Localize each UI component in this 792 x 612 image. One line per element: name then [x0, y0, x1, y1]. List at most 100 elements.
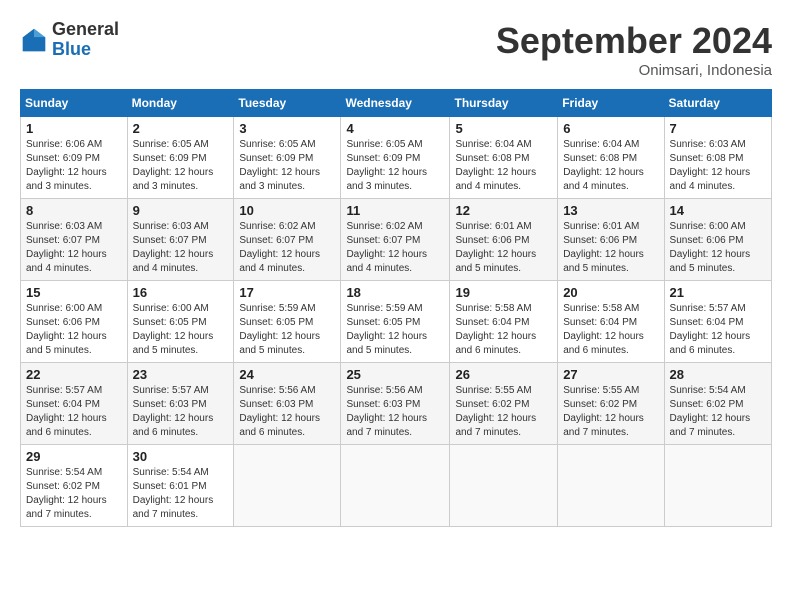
day-header-sunday: Sunday: [21, 90, 128, 117]
calendar-cell: [664, 445, 771, 527]
day-info: Sunrise: 6:05 AMSunset: 6:09 PMDaylight:…: [346, 139, 427, 192]
day-number: 3: [239, 121, 335, 136]
calendar-cell: 30 Sunrise: 5:54 AMSunset: 6:01 PMDaylig…: [127, 445, 234, 527]
day-info: Sunrise: 6:05 AMSunset: 6:09 PMDaylight:…: [239, 139, 320, 192]
day-number: 14: [670, 203, 766, 218]
calendar-cell: 24 Sunrise: 5:56 AMSunset: 6:03 PMDaylig…: [234, 363, 341, 445]
calendar-cell: [450, 445, 558, 527]
calendar-week-row: 22 Sunrise: 5:57 AMSunset: 6:04 PMDaylig…: [21, 363, 772, 445]
day-number: 23: [133, 367, 229, 382]
calendar-cell: 15 Sunrise: 6:00 AMSunset: 6:06 PMDaylig…: [21, 281, 128, 363]
calendar-cell: 2 Sunrise: 6:05 AMSunset: 6:09 PMDayligh…: [127, 117, 234, 199]
day-number: 8: [26, 203, 122, 218]
day-number: 22: [26, 367, 122, 382]
day-info: Sunrise: 6:00 AMSunset: 6:05 PMDaylight:…: [133, 303, 214, 356]
day-info: Sunrise: 5:57 AMSunset: 6:04 PMDaylight:…: [26, 385, 107, 438]
calendar-cell: 28 Sunrise: 5:54 AMSunset: 6:02 PMDaylig…: [664, 363, 771, 445]
calendar-cell: 10 Sunrise: 6:02 AMSunset: 6:07 PMDaylig…: [234, 199, 341, 281]
calendar-week-row: 15 Sunrise: 6:00 AMSunset: 6:06 PMDaylig…: [21, 281, 772, 363]
calendar-cell: 8 Sunrise: 6:03 AMSunset: 6:07 PMDayligh…: [21, 199, 128, 281]
calendar-cell: [341, 445, 450, 527]
calendar-cell: 5 Sunrise: 6:04 AMSunset: 6:08 PMDayligh…: [450, 117, 558, 199]
day-number: 16: [133, 285, 229, 300]
calendar-cell: 23 Sunrise: 5:57 AMSunset: 6:03 PMDaylig…: [127, 363, 234, 445]
page-header: General Blue September 2024 Onimsari, In…: [20, 20, 772, 79]
calendar-week-row: 1 Sunrise: 6:06 AMSunset: 6:09 PMDayligh…: [21, 117, 772, 199]
location-subtitle: Onimsari, Indonesia: [496, 62, 772, 79]
day-info: Sunrise: 5:58 AMSunset: 6:04 PMDaylight:…: [455, 303, 536, 356]
calendar-cell: 17 Sunrise: 5:59 AMSunset: 6:05 PMDaylig…: [234, 281, 341, 363]
calendar-cell: 26 Sunrise: 5:55 AMSunset: 6:02 PMDaylig…: [450, 363, 558, 445]
day-number: 13: [563, 203, 658, 218]
day-number: 10: [239, 203, 335, 218]
month-title: September 2024: [496, 20, 772, 62]
calendar-table: SundayMondayTuesdayWednesdayThursdayFrid…: [20, 89, 772, 527]
calendar-cell: 11 Sunrise: 6:02 AMSunset: 6:07 PMDaylig…: [341, 199, 450, 281]
calendar-cell: 7 Sunrise: 6:03 AMSunset: 6:08 PMDayligh…: [664, 117, 771, 199]
day-number: 12: [455, 203, 552, 218]
title-section: September 2024 Onimsari, Indonesia: [496, 20, 772, 79]
day-number: 21: [670, 285, 766, 300]
day-info: Sunrise: 5:54 AMSunset: 6:01 PMDaylight:…: [133, 467, 214, 520]
calendar-cell: 13 Sunrise: 6:01 AMSunset: 6:06 PMDaylig…: [558, 199, 664, 281]
calendar-week-row: 8 Sunrise: 6:03 AMSunset: 6:07 PMDayligh…: [21, 199, 772, 281]
calendar-cell: 22 Sunrise: 5:57 AMSunset: 6:04 PMDaylig…: [21, 363, 128, 445]
calendar-cell: 29 Sunrise: 5:54 AMSunset: 6:02 PMDaylig…: [21, 445, 128, 527]
calendar-cell: 20 Sunrise: 5:58 AMSunset: 6:04 PMDaylig…: [558, 281, 664, 363]
logo-general-text: General: [52, 20, 119, 40]
day-number: 1: [26, 121, 122, 136]
day-number: 24: [239, 367, 335, 382]
day-info: Sunrise: 5:54 AMSunset: 6:02 PMDaylight:…: [670, 385, 751, 438]
day-info: Sunrise: 6:06 AMSunset: 6:09 PMDaylight:…: [26, 139, 107, 192]
day-info: Sunrise: 5:56 AMSunset: 6:03 PMDaylight:…: [239, 385, 320, 438]
day-number: 30: [133, 449, 229, 464]
day-info: Sunrise: 5:59 AMSunset: 6:05 PMDaylight:…: [346, 303, 427, 356]
day-number: 27: [563, 367, 658, 382]
day-number: 11: [346, 203, 444, 218]
day-info: Sunrise: 6:00 AMSunset: 6:06 PMDaylight:…: [670, 221, 751, 274]
day-info: Sunrise: 6:02 AMSunset: 6:07 PMDaylight:…: [239, 221, 320, 274]
day-info: Sunrise: 6:04 AMSunset: 6:08 PMDaylight:…: [455, 139, 536, 192]
day-number: 6: [563, 121, 658, 136]
day-number: 15: [26, 285, 122, 300]
day-number: 9: [133, 203, 229, 218]
calendar-cell: 18 Sunrise: 5:59 AMSunset: 6:05 PMDaylig…: [341, 281, 450, 363]
calendar-cell: 9 Sunrise: 6:03 AMSunset: 6:07 PMDayligh…: [127, 199, 234, 281]
day-info: Sunrise: 6:03 AMSunset: 6:07 PMDaylight:…: [26, 221, 107, 274]
calendar-cell: 27 Sunrise: 5:55 AMSunset: 6:02 PMDaylig…: [558, 363, 664, 445]
calendar-cell: 1 Sunrise: 6:06 AMSunset: 6:09 PMDayligh…: [21, 117, 128, 199]
logo-blue-text: Blue: [52, 40, 119, 60]
day-header-thursday: Thursday: [450, 90, 558, 117]
day-number: 7: [670, 121, 766, 136]
calendar-cell: 6 Sunrise: 6:04 AMSunset: 6:08 PMDayligh…: [558, 117, 664, 199]
day-info: Sunrise: 5:57 AMSunset: 6:04 PMDaylight:…: [670, 303, 751, 356]
calendar-cell: 14 Sunrise: 6:00 AMSunset: 6:06 PMDaylig…: [664, 199, 771, 281]
day-header-saturday: Saturday: [664, 90, 771, 117]
day-header-friday: Friday: [558, 90, 664, 117]
calendar-cell: 19 Sunrise: 5:58 AMSunset: 6:04 PMDaylig…: [450, 281, 558, 363]
day-header-wednesday: Wednesday: [341, 90, 450, 117]
calendar-cell: 25 Sunrise: 5:56 AMSunset: 6:03 PMDaylig…: [341, 363, 450, 445]
day-number: 5: [455, 121, 552, 136]
day-number: 4: [346, 121, 444, 136]
day-info: Sunrise: 6:03 AMSunset: 6:07 PMDaylight:…: [133, 221, 214, 274]
day-number: 19: [455, 285, 552, 300]
calendar-cell: [234, 445, 341, 527]
calendar-cell: 16 Sunrise: 6:00 AMSunset: 6:05 PMDaylig…: [127, 281, 234, 363]
day-header-monday: Monday: [127, 90, 234, 117]
logo-text: General Blue: [52, 20, 119, 60]
day-info: Sunrise: 6:01 AMSunset: 6:06 PMDaylight:…: [563, 221, 644, 274]
day-number: 18: [346, 285, 444, 300]
day-info: Sunrise: 5:55 AMSunset: 6:02 PMDaylight:…: [455, 385, 536, 438]
calendar-cell: 12 Sunrise: 6:01 AMSunset: 6:06 PMDaylig…: [450, 199, 558, 281]
day-info: Sunrise: 6:04 AMSunset: 6:08 PMDaylight:…: [563, 139, 644, 192]
day-info: Sunrise: 6:03 AMSunset: 6:08 PMDaylight:…: [670, 139, 751, 192]
day-number: 26: [455, 367, 552, 382]
day-info: Sunrise: 5:56 AMSunset: 6:03 PMDaylight:…: [346, 385, 427, 438]
calendar-header-row: SundayMondayTuesdayWednesdayThursdayFrid…: [21, 90, 772, 117]
day-info: Sunrise: 6:00 AMSunset: 6:06 PMDaylight:…: [26, 303, 107, 356]
day-number: 17: [239, 285, 335, 300]
day-info: Sunrise: 5:57 AMSunset: 6:03 PMDaylight:…: [133, 385, 214, 438]
calendar-cell: 3 Sunrise: 6:05 AMSunset: 6:09 PMDayligh…: [234, 117, 341, 199]
calendar-cell: [558, 445, 664, 527]
